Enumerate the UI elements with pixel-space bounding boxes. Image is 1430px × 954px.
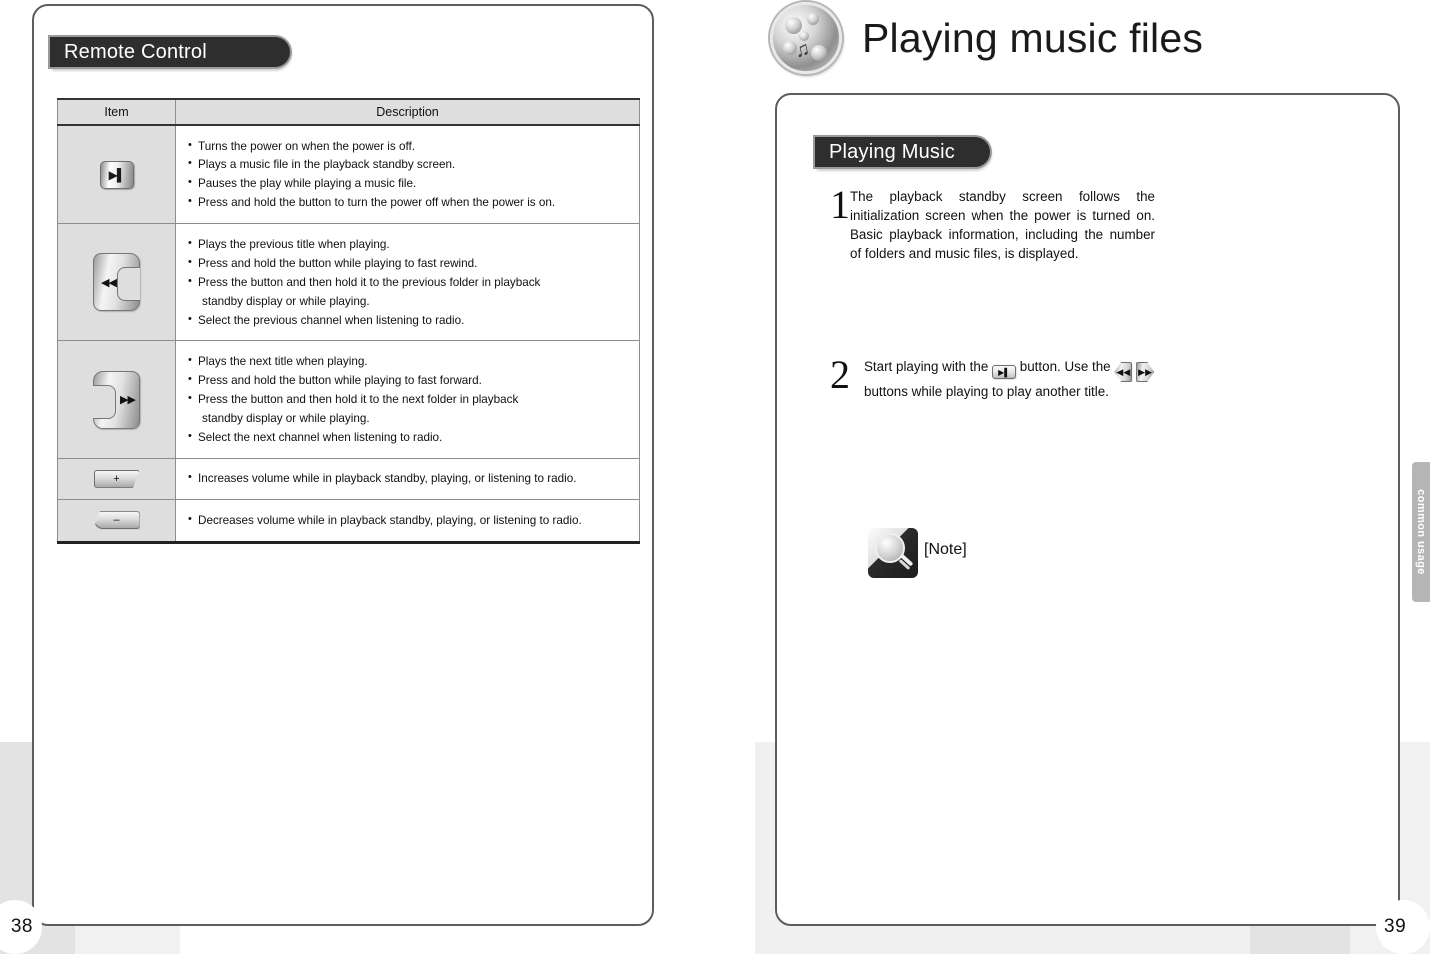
cell-icon-previous: ◀◀ bbox=[57, 223, 176, 342]
cell-description: Turns the power on when the power is off… bbox=[175, 124, 640, 225]
manual-spread: Remote Control Item Description ▶▌ Turns… bbox=[0, 0, 1430, 954]
table-row: ▶▶ Plays the next title when playing. Pr… bbox=[57, 340, 640, 459]
table-row: + Increases volume while in playback sta… bbox=[57, 457, 640, 501]
playing-music-heading: Playing Music bbox=[813, 135, 992, 169]
cell-icon-play-pause: ▶▌ bbox=[57, 124, 176, 225]
desc-line: Turns the power on when the power is off… bbox=[188, 137, 629, 154]
desc-line: Press and hold the button while playing … bbox=[188, 255, 629, 271]
cell-description: Decreases volume while in playback stand… bbox=[175, 499, 640, 544]
right-page-header: ♫ Playing music files bbox=[770, 2, 1203, 74]
page-title: Playing music files bbox=[862, 14, 1204, 61]
previous-button-inline-icon: ◀◀ bbox=[1114, 362, 1133, 382]
cell-icon-volume-down: – bbox=[57, 499, 176, 544]
desc-line-cont: standby display or while playing. bbox=[202, 411, 370, 425]
table-row: ◀◀ Plays the previous title when playing… bbox=[57, 223, 640, 342]
magnifier-note-icon bbox=[868, 528, 918, 578]
next-button-inline-icon: ▶▶ bbox=[1136, 362, 1155, 382]
remote-control-heading-label: Remote Control bbox=[64, 40, 207, 63]
desc-line: Select the next channel when listening t… bbox=[188, 429, 629, 445]
step-1-text: The playback standby screen follows the … bbox=[850, 189, 1155, 262]
volume-up-button-icon: + bbox=[93, 469, 140, 488]
column-header-description: Description bbox=[175, 98, 640, 126]
desc-line: Increases volume while in playback stand… bbox=[188, 470, 629, 486]
desc-line: Pauses the play while playing a music fi… bbox=[188, 175, 629, 191]
cell-description: Plays the previous title when playing. P… bbox=[175, 223, 640, 342]
next-track-button-icon: ▶▶ bbox=[93, 370, 140, 429]
table-header: Item Description bbox=[57, 98, 640, 126]
step-1: 1 The playback standby screen follows th… bbox=[830, 182, 1155, 264]
page-number-right: 39 bbox=[1376, 900, 1430, 954]
cell-icon-volume-up: + bbox=[57, 457, 176, 501]
music-disc-icon: ♫ bbox=[770, 2, 842, 74]
desc-line: Press the button and then hold it to the… bbox=[188, 391, 629, 407]
step-2-text: Start playing with the ▶▌ button. Use th… bbox=[864, 357, 1155, 401]
desc-line-cont: standby display or while playing. bbox=[202, 294, 370, 308]
desc-line: Decreases volume while in playback stand… bbox=[188, 512, 629, 528]
step-2-middle: button. Use the bbox=[1019, 359, 1111, 374]
left-page: Remote Control Item Description ▶▌ Turns… bbox=[32, 4, 654, 926]
cell-description: Plays the next title when playing. Press… bbox=[175, 340, 640, 459]
play-pause-button-icon: ▶▌ bbox=[99, 160, 134, 189]
previous-track-button-icon: ◀◀ bbox=[93, 253, 140, 312]
step-2-number: 2 bbox=[830, 352, 850, 397]
step-1-number: 1 bbox=[830, 182, 850, 227]
table-row: ▶▌ Turns the power on when the power is … bbox=[57, 124, 640, 225]
play-button-inline-icon: ▶▌ bbox=[992, 365, 1017, 379]
side-tab-label: common usage bbox=[1415, 489, 1427, 575]
desc-line: Plays a music file in the playback stand… bbox=[188, 156, 629, 172]
desc-line: Plays the previous title when playing. bbox=[188, 236, 629, 252]
right-page: Playing Music 1 The playback standby scr… bbox=[775, 93, 1400, 926]
cell-description: Increases volume while in playback stand… bbox=[175, 457, 640, 501]
side-tab-common-usage[interactable]: common usage bbox=[1412, 462, 1430, 602]
table-row: – Decreases volume while in playback sta… bbox=[57, 499, 640, 544]
desc-line: Press and hold the button to turn the po… bbox=[188, 194, 629, 210]
desc-line: Press the button and then hold it to the… bbox=[188, 274, 629, 290]
step-2: 2 Start playing with the ▶▌ button. Use … bbox=[830, 352, 1175, 401]
step-2-suffix: buttons while playing to play another ti… bbox=[864, 384, 1109, 399]
note-title: [Note] bbox=[924, 541, 967, 558]
cell-icon-next: ▶▶ bbox=[57, 340, 176, 459]
desc-line: Plays the next title when playing. bbox=[188, 353, 629, 369]
remote-control-table: Item Description ▶▌ Turns the power on w… bbox=[57, 98, 640, 544]
playing-music-heading-label: Playing Music bbox=[829, 140, 955, 163]
desc-line: Select the previous channel when listeni… bbox=[188, 311, 629, 328]
volume-down-button-icon: – bbox=[93, 511, 140, 530]
column-header-item: Item bbox=[57, 98, 176, 126]
remote-control-heading: Remote Control bbox=[48, 35, 292, 69]
desc-line: Press and hold the button while playing … bbox=[188, 372, 629, 388]
step-2-prefix: Start playing with the bbox=[864, 359, 989, 374]
